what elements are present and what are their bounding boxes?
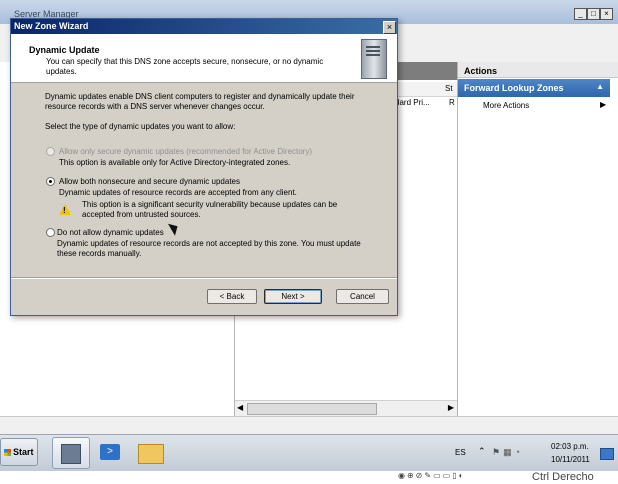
wizard-body: Dynamic updates enable DNS client comput… bbox=[11, 83, 397, 277]
warning-line2: accepted from untrusted sources. bbox=[82, 210, 201, 219]
new-zone-wizard-dialog: New Zone Wizard × Dynamic Update You can… bbox=[10, 18, 398, 316]
show-desktop-button[interactable] bbox=[600, 448, 614, 460]
option-no-updates-desc2: these records manually. bbox=[57, 249, 142, 258]
collapse-up-icon[interactable]: ▲ bbox=[596, 82, 604, 91]
option-secure-only-desc: This option is available only for Active… bbox=[59, 158, 291, 167]
clock-date[interactable]: 10/11/2011 bbox=[551, 455, 590, 464]
show-hidden-icons-icon[interactable]: ⌃ bbox=[478, 446, 486, 457]
select-prompt: Select the type of dynamic updates you w… bbox=[45, 122, 236, 131]
scroll-right-icon[interactable]: ▶ bbox=[448, 403, 454, 412]
maximize-button[interactable]: □ bbox=[587, 8, 600, 20]
folder-icon bbox=[138, 444, 164, 464]
windows-logo-icon bbox=[4, 449, 11, 456]
option-no-updates-desc1: Dynamic updates of resource records are … bbox=[57, 239, 361, 248]
warning-line1: This option is a significant security vu… bbox=[82, 200, 338, 209]
wizard-title: New Zone Wizard bbox=[14, 21, 89, 31]
server-icon bbox=[361, 39, 387, 79]
radio-no-updates[interactable] bbox=[46, 228, 55, 237]
taskbar-powershell[interactable]: > bbox=[92, 437, 128, 467]
actions-title: Actions bbox=[458, 62, 618, 78]
page-heading: Dynamic Update bbox=[29, 45, 100, 55]
cancel-button[interactable]: Cancel bbox=[336, 289, 389, 304]
radio-nonsecure-and-secure[interactable] bbox=[46, 177, 55, 186]
footer-separator bbox=[11, 277, 397, 279]
actions-section-header[interactable]: Forward Lookup Zones ▲ bbox=[458, 79, 610, 97]
warning-icon: ! bbox=[59, 204, 71, 215]
start-label: Start bbox=[13, 447, 34, 457]
more-actions-link[interactable]: More Actions bbox=[483, 101, 529, 110]
minimize-button[interactable]: _ bbox=[574, 8, 587, 20]
vm-status-icons: ◉⊕⊘✎▭▭▯◐ bbox=[398, 471, 466, 480]
host-key-label: Ctrl Derecho bbox=[532, 471, 594, 483]
powershell-icon: > bbox=[100, 444, 120, 460]
status-bar bbox=[0, 416, 618, 435]
option-secure-only-label[interactable]: Allow only secure dynamic updates (recom… bbox=[59, 147, 312, 156]
close-window-button[interactable]: × bbox=[600, 8, 613, 20]
close-icon[interactable]: × bbox=[383, 21, 396, 34]
page-description-line2: updates. bbox=[46, 67, 77, 76]
actions-section-label: Forward Lookup Zones bbox=[464, 83, 564, 93]
server-manager-icon bbox=[61, 444, 81, 464]
taskbar-explorer[interactable] bbox=[132, 437, 168, 467]
actions-pane: Actions Forward Lookup Zones ▲ More Acti… bbox=[458, 62, 618, 416]
taskbar-server-manager[interactable] bbox=[52, 437, 90, 469]
clock-time[interactable]: 02:03 p.m. bbox=[551, 442, 589, 451]
taskbar: Start > ES ⌃ ⚑▦◔ 02:03 p.m. 10/11/2011 bbox=[0, 434, 618, 471]
submenu-arrow-icon: ▶ bbox=[600, 100, 607, 109]
scroll-thumb[interactable] bbox=[247, 403, 377, 415]
wizard-header: Dynamic Update You can specify that this… bbox=[11, 34, 397, 83]
option-nonsecure-secure-label[interactable]: Allow both nonsecure and secure dynamic … bbox=[59, 177, 240, 186]
option-nonsecure-secure-desc: Dynamic updates of resource records are … bbox=[59, 188, 297, 197]
tray-icons[interactable]: ⚑▦◔ bbox=[492, 447, 523, 458]
mouse-cursor-icon bbox=[167, 220, 182, 236]
page-description-line1: You can specify that this DNS zone accep… bbox=[46, 57, 324, 66]
language-indicator[interactable]: ES bbox=[455, 448, 466, 457]
status-column-fragment: St bbox=[445, 84, 453, 93]
option-no-updates-label[interactable]: Do not allow dynamic updates bbox=[57, 228, 164, 237]
intro-line2: resource records with a DNS server whene… bbox=[45, 102, 265, 111]
radio-secure-only[interactable] bbox=[46, 147, 55, 156]
next-button[interactable]: Next > bbox=[264, 289, 322, 304]
horizontal-scrollbar[interactable]: ◀ ▶ bbox=[235, 400, 457, 416]
wizard-titlebar: New Zone Wizard bbox=[11, 19, 397, 34]
scroll-left-icon[interactable]: ◀ bbox=[237, 403, 243, 412]
back-button[interactable]: < Back bbox=[207, 289, 257, 304]
start-button[interactable]: Start bbox=[0, 438, 38, 466]
intro-line1: Dynamic updates enable DNS client comput… bbox=[45, 92, 355, 101]
row-text-fragment: dard Pri... bbox=[395, 98, 430, 107]
row-text-fragment-2: R bbox=[449, 98, 455, 107]
